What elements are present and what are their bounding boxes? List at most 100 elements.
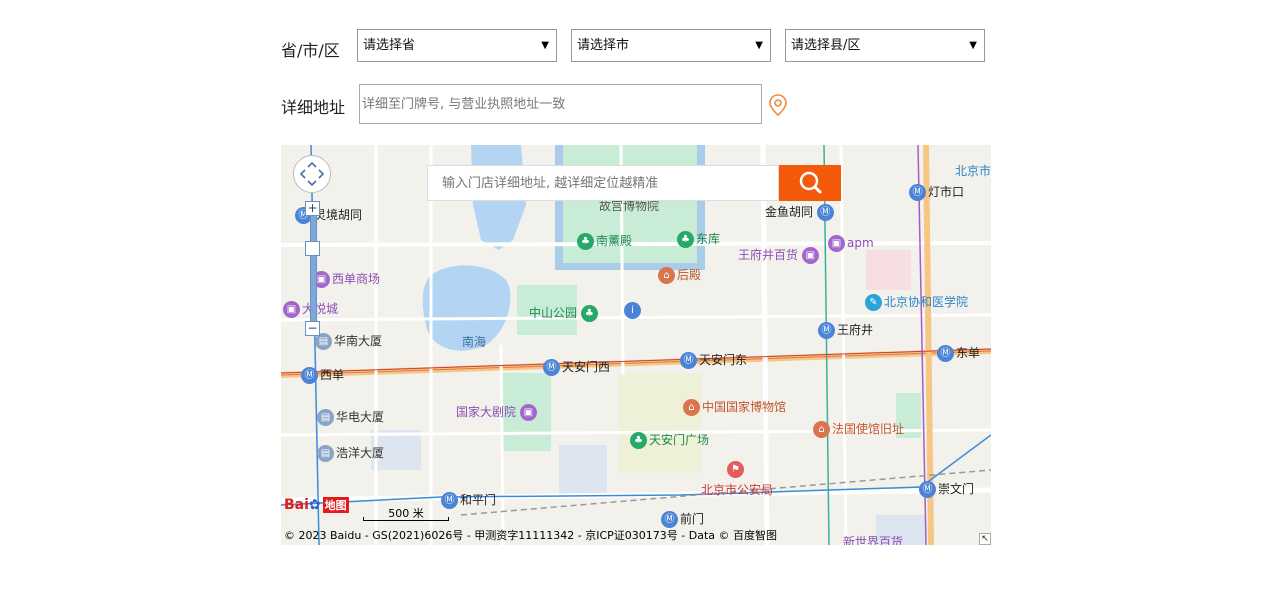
city-select[interactable]: 请选择市 ▼ xyxy=(571,29,771,62)
region-label: 省/市/区 xyxy=(281,41,340,60)
school-icon: ✎ xyxy=(865,294,882,311)
poi-label[interactable]: Ⓜ 崇文门 xyxy=(919,480,974,498)
store-address-form: 省/市/区 请选择省 ▼ 请选择市 ▼ 请选择县/区 ▼ 详细地址 详细至门牌号… xyxy=(0,0,1280,600)
poi-label[interactable]: Ⓜ 东单 xyxy=(937,344,980,362)
poi-text: 东单 xyxy=(956,346,981,360)
poi-text: 天安门东 xyxy=(699,353,748,367)
poi-text: 西单商场 xyxy=(332,272,381,286)
museum-icon: ⌂ xyxy=(683,399,700,416)
park-icon: ♣ xyxy=(630,432,647,449)
poi-label[interactable]: ⌂ 后殿 xyxy=(658,266,701,284)
poi-label[interactable]: Ⓜ 天安门东 xyxy=(680,351,747,369)
poi-text: 国家大剧院 xyxy=(456,405,517,419)
subway-station-icon: Ⓜ xyxy=(816,204,834,221)
subway-station-icon: Ⓜ xyxy=(818,322,835,339)
subway-station-icon: Ⓜ xyxy=(301,367,318,384)
poi-label[interactable]: ▣ 西单商场 xyxy=(313,270,380,288)
poi-text: 王府井 xyxy=(837,323,874,337)
subway-station-icon: Ⓜ xyxy=(919,481,936,498)
poi-label[interactable]: i xyxy=(624,302,643,319)
poi-text: 东库 xyxy=(696,232,721,246)
poi-text: 中山公园 xyxy=(529,306,578,320)
shopping-icon: ▣ xyxy=(801,247,819,264)
poi-label[interactable]: 王府井百货 ▣ xyxy=(738,246,821,264)
landmark-icon: ⌂ xyxy=(658,267,675,284)
poi-label[interactable]: ▣ apm xyxy=(828,235,874,252)
shopping-icon: ▣ xyxy=(828,235,845,252)
poi-text: 崇文门 xyxy=(938,482,975,496)
building-icon: ▤ xyxy=(317,445,334,462)
poi-text: 后殿 xyxy=(677,268,702,282)
poi-label[interactable]: ▤ 华电大厦 xyxy=(317,408,384,426)
park-icon: ♣ xyxy=(677,231,694,248)
pan-arrows-icon xyxy=(299,161,325,187)
subway-station-icon: Ⓜ xyxy=(909,184,926,201)
zoom-out-button[interactable]: − xyxy=(305,321,320,336)
address-input[interactable] xyxy=(359,84,762,124)
search-icon xyxy=(799,171,822,194)
map-search-input[interactable] xyxy=(427,165,779,201)
building-icon: ▤ xyxy=(317,409,334,426)
shopping-icon: ▣ xyxy=(283,301,300,318)
poi-label[interactable]: ♣ 东库 xyxy=(677,230,720,248)
poi-label[interactable]: 北京市公安局 xyxy=(701,481,773,498)
poi-label[interactable]: 新世界百货 xyxy=(843,533,903,545)
poi-text: 大悦城 xyxy=(302,302,339,316)
poi-label[interactable]: Ⓜ 西单 xyxy=(301,366,344,384)
map-scale: 500 米 xyxy=(363,505,449,521)
landmark-icon: ⌂ xyxy=(813,421,830,438)
poi-text: 前门 xyxy=(680,512,705,526)
zoom-in-button[interactable]: + xyxy=(305,201,320,216)
baidu-map-logo[interactable]: Bai✿ 地图 xyxy=(284,497,349,523)
poi-text: 天安门西 xyxy=(562,360,611,374)
subway-station-icon: Ⓜ xyxy=(543,359,560,376)
poi-marker[interactable]: ⚑ xyxy=(727,461,746,478)
poi-label[interactable]: Ⓜ 灯市口 xyxy=(909,183,964,201)
expand-corner-icon[interactable]: ↖ xyxy=(979,533,991,545)
poi-text: 和平门 xyxy=(460,493,497,507)
poi-text: 金鱼胡同 xyxy=(765,205,814,219)
poi-text: 王府井百货 xyxy=(738,248,799,262)
poi-label[interactable]: ▤ 浩洋大厦 xyxy=(317,444,384,462)
baidu-map[interactable]: 故宫博物院 金鱼胡同 Ⓜ Ⓜ 灯市口 北京市 Ⓜ 灵境胡同 ♣ 南薰殿 ♣ 东库 王府井… xyxy=(281,145,991,545)
province-select-value: 请选择省 xyxy=(363,38,416,53)
poi-label[interactable]: 中山公园 ♣ xyxy=(529,304,600,322)
poi-label[interactable]: ⌂ 法国使馆旧址 xyxy=(813,420,904,438)
poi-label[interactable]: ⌂ 中国国家博物馆 xyxy=(683,398,786,416)
poi-label[interactable]: ▤ 华南大厦 xyxy=(315,332,382,350)
poi-text: 华电大厦 xyxy=(336,410,385,424)
poi-text: 天安门广场 xyxy=(649,433,710,447)
district-select-value: 请选择县/区 xyxy=(791,38,861,53)
police-icon: ⚑ xyxy=(727,461,744,478)
dropdown-arrow-icon: ▼ xyxy=(541,40,549,51)
dropdown-arrow-icon: ▼ xyxy=(969,40,977,51)
poi-text: 灯市口 xyxy=(928,185,965,199)
poi-label[interactable]: ✎ 北京协和医学院 xyxy=(865,293,968,311)
poi-label[interactable]: Ⓜ 前门 xyxy=(661,510,704,528)
poi-text: 西单 xyxy=(320,368,345,382)
scale-bar xyxy=(363,517,449,521)
poi-label[interactable]: Ⓜ 和平门 xyxy=(441,491,496,509)
poi-label[interactable]: Ⓜ 王府井 xyxy=(818,321,873,339)
poi-text: 浩洋大厦 xyxy=(336,446,385,460)
map-copyright: © 2023 Baidu - GS(2021)6026号 - 甲测资字11111… xyxy=(284,529,778,542)
poi-label[interactable]: 金鱼胡同 Ⓜ xyxy=(765,203,836,221)
map-search-button[interactable] xyxy=(779,165,841,201)
poi-text: 法国使馆旧址 xyxy=(832,422,905,436)
district-select[interactable]: 请选择县/区 ▼ xyxy=(785,29,985,62)
poi-text: 灵境胡同 xyxy=(314,208,363,222)
poi-label[interactable]: ♣ 南薰殿 xyxy=(577,232,632,250)
poi-label[interactable]: ♣ 天安门广场 xyxy=(630,431,709,449)
zoom-slider[interactable] xyxy=(310,201,317,333)
poi-text: 南薰殿 xyxy=(596,234,633,248)
address-label: 详细地址 xyxy=(281,98,346,117)
poi-text: 北京协和医学院 xyxy=(884,295,969,309)
poi-label[interactable]: Ⓜ 天安门西 xyxy=(543,358,610,376)
poi-label[interactable]: 国家大剧院 ▣ xyxy=(456,403,539,421)
location-pin-icon[interactable] xyxy=(768,94,788,116)
pan-control[interactable] xyxy=(293,155,331,193)
zoom-level-marker[interactable] xyxy=(305,241,320,256)
poi-label[interactable]: 南海 xyxy=(462,333,486,350)
province-select[interactable]: 请选择省 ▼ xyxy=(357,29,557,62)
poi-label[interactable]: 北京市 xyxy=(955,162,991,179)
